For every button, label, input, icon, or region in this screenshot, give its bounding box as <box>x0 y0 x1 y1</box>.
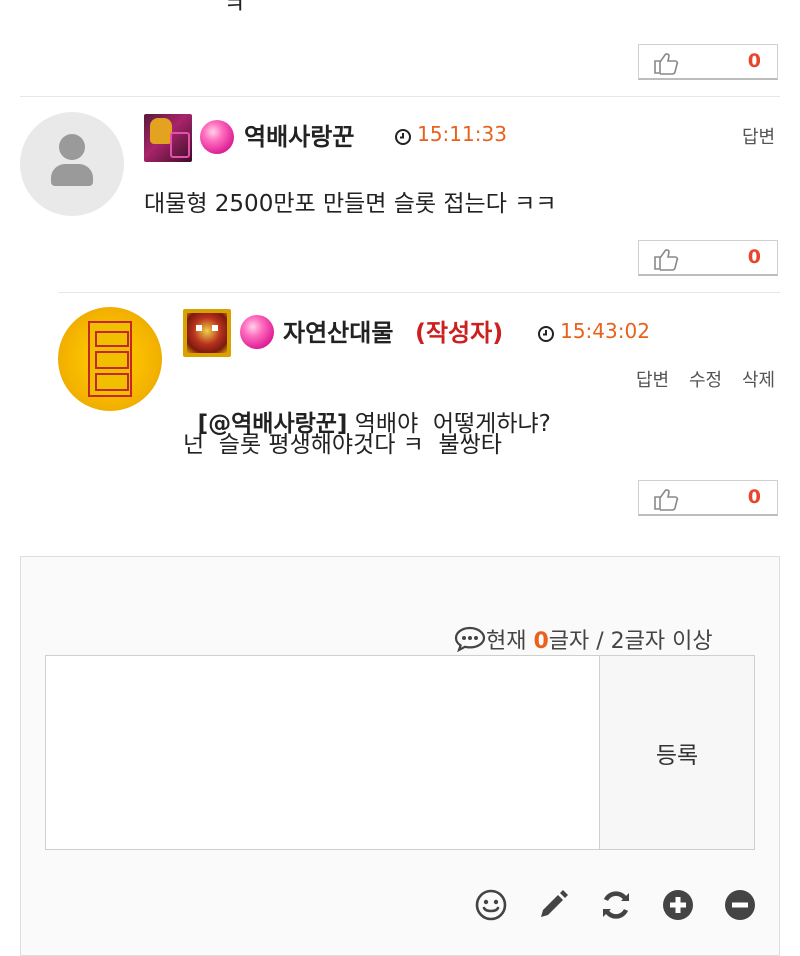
thumbs-up-icon <box>654 53 679 75</box>
counter-value: 0 <box>533 629 549 654</box>
minus-circle-icon[interactable] <box>723 888 757 922</box>
like-count: 0 <box>747 486 761 508</box>
comment-author-name[interactable]: 역배사랑꾼 <box>244 117 354 152</box>
reply-link[interactable]: 답변 <box>742 123 775 149</box>
counter-prefix: 현재 <box>486 629 534 654</box>
thumbs-up-icon <box>654 249 679 271</box>
timestamp-text: 15:43:02 <box>560 319 650 343</box>
divider <box>58 292 780 293</box>
divider <box>20 96 780 97</box>
level-badge-icon <box>144 114 192 162</box>
like-count: 0 <box>747 246 761 268</box>
author-tag: (작성자) <box>415 319 504 347</box>
character-counter: 현재 0글자 / 2글자 이상 <box>440 598 713 655</box>
pencil-icon[interactable] <box>536 888 570 922</box>
like-button[interactable]: 0 <box>638 44 778 80</box>
comment-author-name[interactable]: 자연산대물 <box>283 313 393 348</box>
edit-link[interactable]: 수정 <box>689 366 722 392</box>
clock-icon <box>538 325 554 342</box>
timestamp-text: 15:11:33 <box>417 122 507 146</box>
comment-timestamp: 15:43:02 <box>537 319 650 343</box>
reply-link[interactable]: 답변 <box>636 366 669 392</box>
level-badge-icon <box>183 309 231 357</box>
delete-link[interactable]: 삭제 <box>742 366 775 392</box>
comment-input[interactable] <box>45 655 600 850</box>
default-user-icon <box>59 134 85 160</box>
like-count: 0 <box>747 50 761 72</box>
thumbs-up-icon <box>654 489 679 511</box>
counter-suffix: 글자 / 2글자 이상 <box>548 629 713 654</box>
clock-icon <box>395 128 411 145</box>
rank-orb-icon <box>240 315 274 349</box>
previous-comment-text-tail: ㅋ <box>224 0 246 19</box>
avatar[interactable] <box>20 112 124 216</box>
like-button[interactable]: 0 <box>638 240 778 276</box>
speech-bubble-icon <box>454 626 486 653</box>
plus-circle-icon[interactable] <box>661 888 695 922</box>
rank-orb-icon <box>200 120 234 154</box>
comment-timestamp: 15:11:33 <box>394 122 507 146</box>
submit-label: 등록 <box>655 742 699 769</box>
smile-icon[interactable] <box>474 888 508 922</box>
comment-text-line2: 넌 슬롯 평생해야것다 ㅋ 불쌍타 <box>183 432 502 458</box>
comment-text: 대물형 2500만포 만들면 슬롯 접는다 ㅋㅋ <box>144 191 557 217</box>
avatar[interactable] <box>58 307 162 411</box>
like-button[interactable]: 0 <box>638 480 778 516</box>
refresh-icon[interactable] <box>599 888 633 922</box>
submit-comment-button[interactable]: 등록 <box>599 655 755 850</box>
